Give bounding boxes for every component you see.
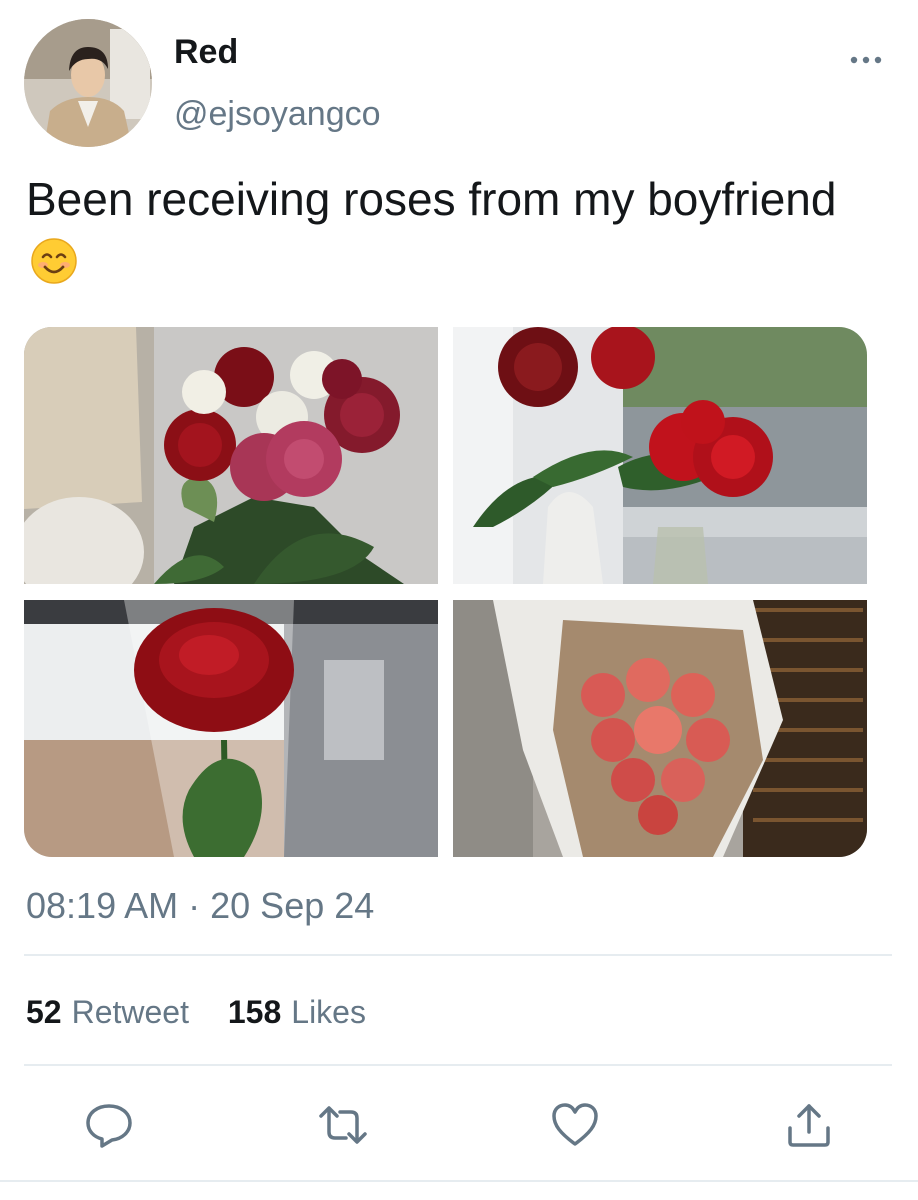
roses-bouquet-photo-icon <box>24 327 438 584</box>
likes-stat[interactable]: 158 Likes <box>228 990 366 1034</box>
photo-roses-bouquet[interactable] <box>24 327 438 584</box>
media-grid <box>24 327 867 857</box>
likes-label: Likes <box>291 994 366 1030</box>
profile-photo-icon <box>24 19 152 147</box>
divider <box>0 1180 918 1182</box>
retweet-icon <box>319 1106 367 1144</box>
divider <box>24 1064 892 1066</box>
likes-count: 158 <box>227 994 282 1030</box>
share-button[interactable] <box>784 1100 834 1150</box>
tweet-stats: 52 Retweet 158 Likes <box>26 990 396 1034</box>
share-icon <box>788 1104 830 1147</box>
tweet-body: Been receiving roses from my boyfriend <box>26 173 837 225</box>
tweet-timestamp: 08:19 AM · 20 Sep 24 <box>26 884 374 928</box>
divider <box>24 954 892 956</box>
like-button[interactable] <box>550 1100 600 1150</box>
retweet-button[interactable] <box>318 1100 368 1150</box>
timestamp-separator: · <box>188 885 201 926</box>
tweet-text: Been receiving roses from my boyfriend <box>26 168 886 292</box>
single-rose-photo-icon <box>24 600 438 857</box>
heart-icon <box>552 1103 598 1146</box>
user-handle[interactable]: @ejsoyangco <box>174 94 381 134</box>
avatar[interactable] <box>24 19 152 147</box>
photo-single-rose[interactable] <box>24 600 438 857</box>
reply-button[interactable] <box>84 1100 134 1150</box>
retweets-label: Retweet <box>71 994 189 1030</box>
retweets-count: 52 <box>26 994 62 1030</box>
display-name[interactable]: Red <box>174 32 238 72</box>
retweets-stat[interactable]: 52 Retweet <box>26 990 189 1034</box>
photo-wrapped-roses[interactable] <box>453 600 867 857</box>
photo-roses-by-window[interactable] <box>453 327 867 584</box>
tweet-time[interactable]: 08:19 AM <box>26 885 178 926</box>
more-options-icon[interactable] <box>848 50 884 70</box>
tweet-date[interactable]: 20 Sep 24 <box>210 885 374 926</box>
reply-icon <box>86 1104 132 1148</box>
smiling-face-emoji-icon <box>30 237 78 285</box>
wrapped-roses-photo-icon <box>453 600 867 857</box>
roses-window-photo-icon <box>453 327 867 584</box>
